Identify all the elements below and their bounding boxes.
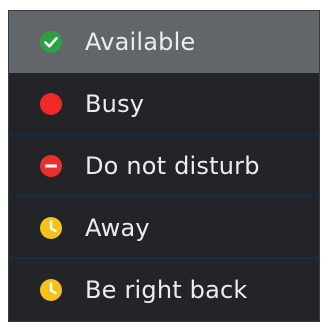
status-item-be-right-back[interactable]: Be right back — [9, 259, 319, 321]
check-circle-icon — [39, 30, 63, 54]
status-item-away[interactable]: Away — [9, 197, 319, 259]
status-label: Do not disturb — [85, 151, 260, 180]
clock-circle-icon — [39, 216, 63, 240]
status-item-available[interactable]: Available — [9, 11, 319, 73]
status-label: Be right back — [85, 276, 248, 304]
status-label: Away — [85, 213, 150, 242]
status-menu: Available Busy Do not disturb Away Be ri… — [8, 10, 320, 322]
status-item-do-not-disturb[interactable]: Do not disturb — [9, 135, 319, 197]
status-label: Available — [85, 27, 196, 56]
status-label: Busy — [85, 89, 145, 118]
filled-circle-icon — [39, 92, 63, 116]
clock-circle-icon — [39, 278, 63, 302]
status-item-busy[interactable]: Busy — [9, 73, 319, 135]
minus-circle-icon — [39, 154, 63, 178]
